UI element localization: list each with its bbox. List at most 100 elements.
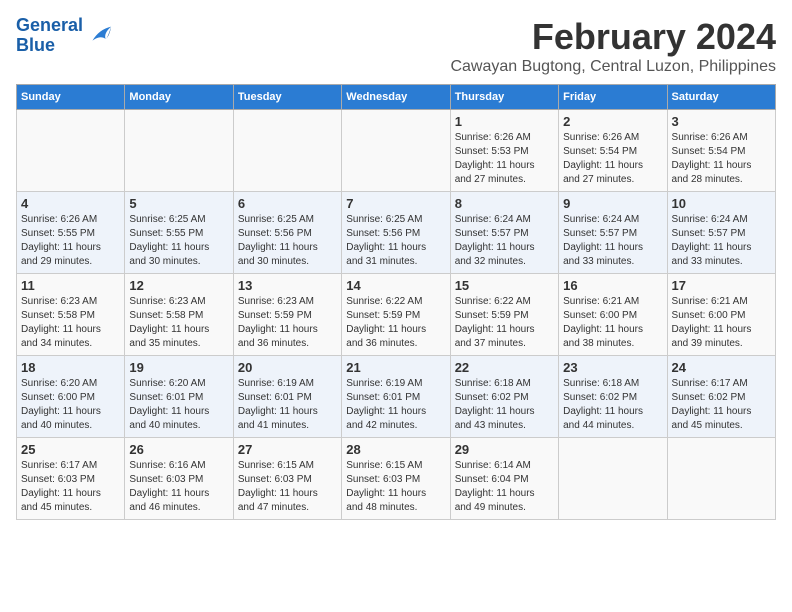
day-info: Sunrise: 6:25 AM Sunset: 5:55 PM Dayligh… — [129, 213, 228, 269]
day-info: Sunrise: 6:21 AM Sunset: 6:00 PM Dayligh… — [672, 295, 771, 351]
day-number: 5 — [129, 196, 228, 211]
calendar-cell: 13 Sunrise: 6:23 AM Sunset: 5:59 PM Dayli… — [233, 274, 341, 356]
calendar-week-row: 1 Sunrise: 6:26 AM Sunset: 5:53 PM Daylig… — [17, 110, 776, 192]
calendar-cell — [667, 438, 775, 520]
day-number: 16 — [563, 278, 662, 293]
calendar-cell: 14 Sunrise: 6:22 AM Sunset: 5:59 PM Dayli… — [342, 274, 450, 356]
calendar-cell: 20Sunrise: 6:19 AM Sunset: 6:01 PM Dayli… — [233, 356, 341, 438]
day-number: 28 — [346, 442, 445, 457]
calendar-cell: 24 Sunrise: 6:17 AM Sunset: 6:02 PM Dayli… — [667, 356, 775, 438]
day-header-friday: Friday — [559, 85, 667, 110]
calendar-cell: 3 Sunrise: 6:26 AM Sunset: 5:54 PM Daylig… — [667, 110, 775, 192]
day-info: Sunrise: 6:19 AM Sunset: 6:01 PM Dayligh… — [346, 377, 445, 433]
day-info: Sunrise: 6:26 AM Sunset: 5:55 PM Dayligh… — [21, 213, 120, 269]
day-number: 11 — [21, 278, 120, 293]
calendar-week-row: 25 Sunrise: 6:17 AM Sunset: 6:03 PM Dayli… — [17, 438, 776, 520]
logo-bird-icon — [85, 22, 113, 50]
day-number: 6 — [238, 196, 337, 211]
day-number: 19 — [129, 360, 228, 375]
calendar-cell — [233, 110, 341, 192]
day-info: Sunrise: 6:22 AM Sunset: 5:59 PM Dayligh… — [346, 295, 445, 351]
day-number: 8 — [455, 196, 554, 211]
calendar-cell: 4 Sunrise: 6:26 AM Sunset: 5:55 PM Daylig… — [17, 192, 125, 274]
calendar-cell: 1 Sunrise: 6:26 AM Sunset: 5:53 PM Daylig… — [450, 110, 558, 192]
day-header-saturday: Saturday — [667, 85, 775, 110]
calendar-cell: 11 Sunrise: 6:23 AM Sunset: 5:58 PM Dayli… — [17, 274, 125, 356]
calendar-week-row: 18 Sunrise: 6:20 AM Sunset: 6:00 PM Dayli… — [17, 356, 776, 438]
day-info: Sunrise: 6:19 AM Sunset: 6:01 PM Dayligh… — [238, 377, 337, 433]
day-info: Sunrise: 6:25 AM Sunset: 5:56 PM Dayligh… — [346, 213, 445, 269]
day-number: 26 — [129, 442, 228, 457]
day-info: Sunrise: 6:24 AM Sunset: 5:57 PM Dayligh… — [672, 213, 771, 269]
day-info: Sunrise: 6:15 AM Sunset: 6:03 PM Dayligh… — [346, 459, 445, 515]
calendar-header-row: SundayMondayTuesdayWednesdayThursdayFrid… — [17, 85, 776, 110]
calendar-cell: 5 Sunrise: 6:25 AM Sunset: 5:55 PM Daylig… — [125, 192, 233, 274]
calendar-cell: 12 Sunrise: 6:23 AM Sunset: 5:58 PM Dayli… — [125, 274, 233, 356]
day-info: Sunrise: 6:23 AM Sunset: 5:58 PM Dayligh… — [129, 295, 228, 351]
day-info: Sunrise: 6:14 AM Sunset: 6:04 PM Dayligh… — [455, 459, 554, 515]
calendar-cell: 23 Sunrise: 6:18 AM Sunset: 6:02 PM Dayli… — [559, 356, 667, 438]
logo-line1: GeneralBlue — [16, 16, 83, 56]
day-info: Sunrise: 6:26 AM Sunset: 5:54 PM Dayligh… — [563, 131, 662, 187]
day-number: 27 — [238, 442, 337, 457]
day-number: 25 — [21, 442, 120, 457]
day-info: Sunrise: 6:26 AM Sunset: 5:54 PM Dayligh… — [672, 131, 771, 187]
day-number: 3 — [672, 114, 771, 129]
calendar-cell: 8 Sunrise: 6:24 AM Sunset: 5:57 PM Daylig… — [450, 192, 558, 274]
day-header-tuesday: Tuesday — [233, 85, 341, 110]
day-number: 10 — [672, 196, 771, 211]
day-header-thursday: Thursday — [450, 85, 558, 110]
calendar-cell: 9 Sunrise: 6:24 AM Sunset: 5:57 PM Daylig… — [559, 192, 667, 274]
day-number: 15 — [455, 278, 554, 293]
day-number: 14 — [346, 278, 445, 293]
calendar-cell — [125, 110, 233, 192]
day-info: Sunrise: 6:16 AM Sunset: 6:03 PM Dayligh… — [129, 459, 228, 515]
day-info: Sunrise: 6:26 AM Sunset: 5:53 PM Dayligh… — [455, 131, 554, 187]
calendar-cell — [342, 110, 450, 192]
calendar-body: 1 Sunrise: 6:26 AM Sunset: 5:53 PM Daylig… — [17, 110, 776, 520]
day-info: Sunrise: 6:24 AM Sunset: 5:57 PM Dayligh… — [455, 213, 554, 269]
day-info: Sunrise: 6:24 AM Sunset: 5:57 PM Dayligh… — [563, 213, 662, 269]
day-number: 1 — [455, 114, 554, 129]
day-number: 2 — [563, 114, 662, 129]
calendar-cell: 15Sunrise: 6:22 AM Sunset: 5:59 PM Dayli… — [450, 274, 558, 356]
title-block: February 2024 Cawayan Bugtong, Central L… — [450, 16, 776, 76]
day-number: 4 — [21, 196, 120, 211]
day-info: Sunrise: 6:20 AM Sunset: 6:00 PM Dayligh… — [21, 377, 120, 433]
day-number: 23 — [563, 360, 662, 375]
day-info: Sunrise: 6:17 AM Sunset: 6:02 PM Dayligh… — [672, 377, 771, 433]
day-number: 17 — [672, 278, 771, 293]
calendar-cell: 19 Sunrise: 6:20 AM Sunset: 6:01 PM Dayli… — [125, 356, 233, 438]
day-info: Sunrise: 6:23 AM Sunset: 5:58 PM Dayligh… — [21, 295, 120, 351]
page-header: GeneralBlue February 2024 Cawayan Bugton… — [16, 16, 776, 76]
day-number: 7 — [346, 196, 445, 211]
day-info: Sunrise: 6:15 AM Sunset: 6:03 PM Dayligh… — [238, 459, 337, 515]
calendar-week-row: 11 Sunrise: 6:23 AM Sunset: 5:58 PM Dayli… — [17, 274, 776, 356]
logo: GeneralBlue — [16, 16, 113, 56]
day-info: Sunrise: 6:20 AM Sunset: 6:01 PM Dayligh… — [129, 377, 228, 433]
day-info: Sunrise: 6:21 AM Sunset: 6:00 PM Dayligh… — [563, 295, 662, 351]
subtitle: Cawayan Bugtong, Central Luzon, Philippi… — [450, 58, 776, 76]
day-number: 24 — [672, 360, 771, 375]
day-info: Sunrise: 6:18 AM Sunset: 6:02 PM Dayligh… — [563, 377, 662, 433]
day-number: 21 — [346, 360, 445, 375]
calendar-cell: 21 Sunrise: 6:19 AM Sunset: 6:01 PM Dayli… — [342, 356, 450, 438]
day-info: Sunrise: 6:18 AM Sunset: 6:02 PM Dayligh… — [455, 377, 554, 433]
day-header-monday: Monday — [125, 85, 233, 110]
calendar-cell — [559, 438, 667, 520]
calendar-cell: 17 Sunrise: 6:21 AM Sunset: 6:00 PM Dayli… — [667, 274, 775, 356]
day-number: 18 — [21, 360, 120, 375]
calendar-cell: 28 Sunrise: 6:15 AM Sunset: 6:03 PM Dayli… — [342, 438, 450, 520]
calendar-cell: 6Sunrise: 6:25 AM Sunset: 5:56 PM Daylig… — [233, 192, 341, 274]
day-info: Sunrise: 6:17 AM Sunset: 6:03 PM Dayligh… — [21, 459, 120, 515]
day-number: 13 — [238, 278, 337, 293]
day-number: 9 — [563, 196, 662, 211]
calendar-cell: 10 Sunrise: 6:24 AM Sunset: 5:57 PM Dayli… — [667, 192, 775, 274]
calendar-cell — [17, 110, 125, 192]
calendar-cell: 7 Sunrise: 6:25 AM Sunset: 5:56 PM Daylig… — [342, 192, 450, 274]
main-title: February 2024 — [450, 16, 776, 58]
day-info: Sunrise: 6:23 AM Sunset: 5:59 PM Dayligh… — [238, 295, 337, 351]
calendar-cell: 26 Sunrise: 6:16 AM Sunset: 6:03 PM Dayli… — [125, 438, 233, 520]
day-number: 12 — [129, 278, 228, 293]
calendar-cell: 22Sunrise: 6:18 AM Sunset: 6:02 PM Dayli… — [450, 356, 558, 438]
